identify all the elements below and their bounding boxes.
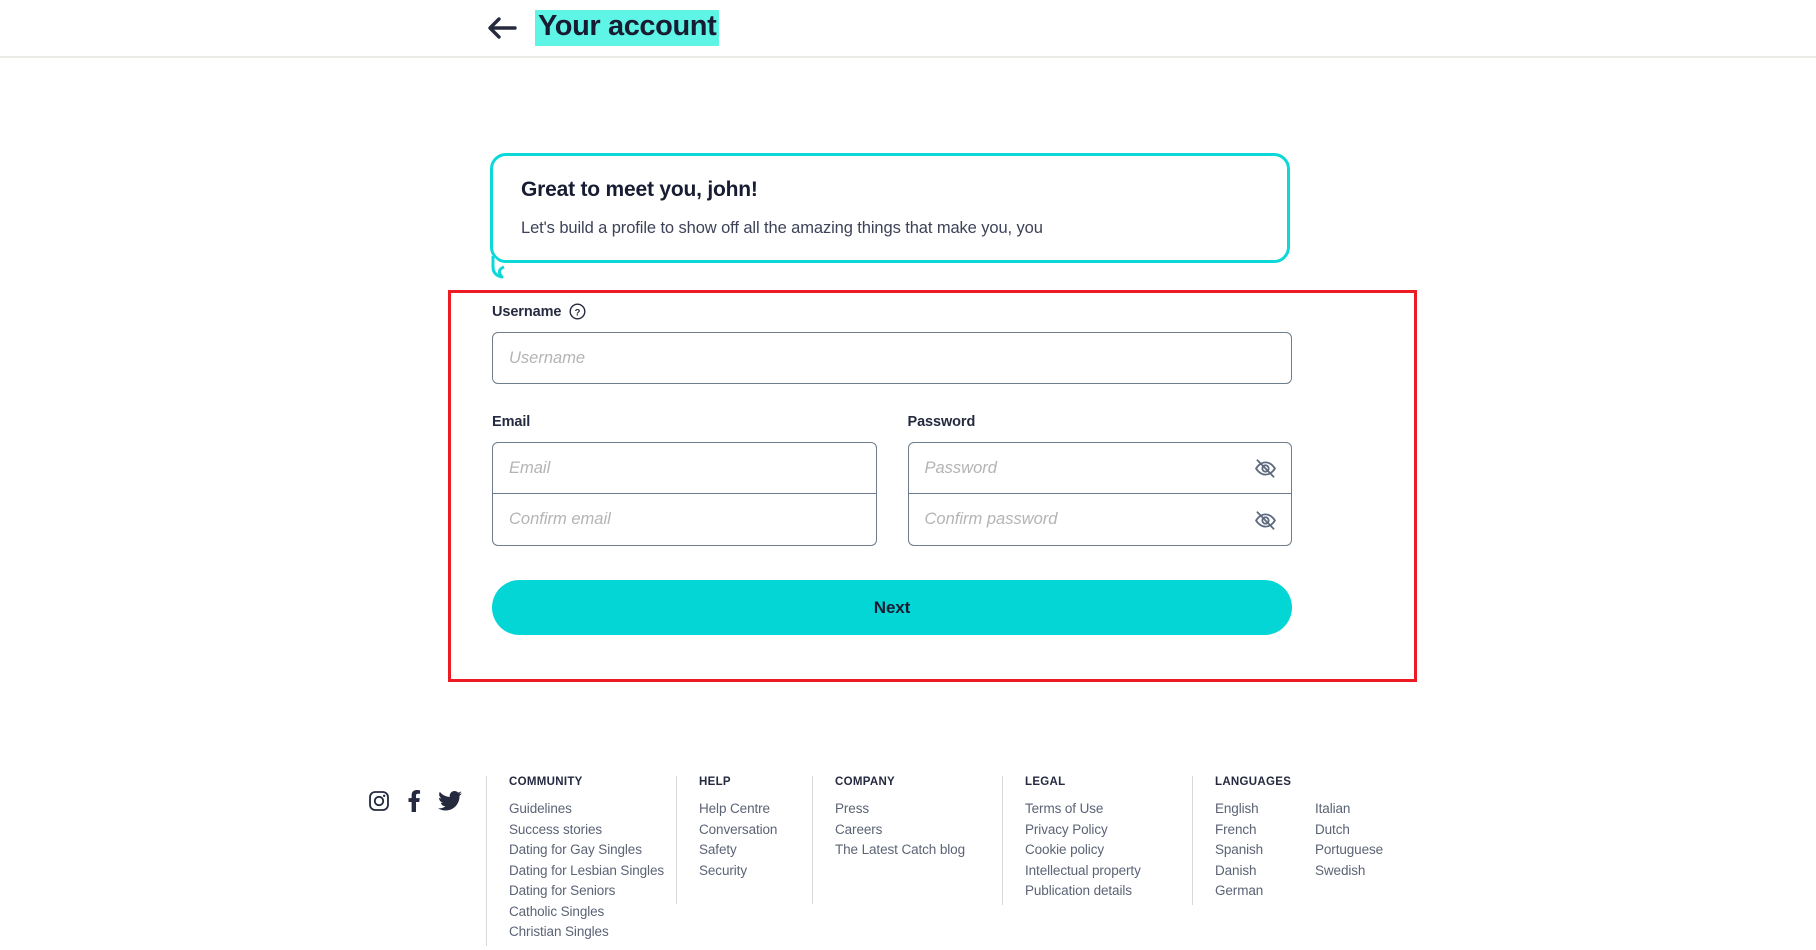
twitter-icon[interactable] (438, 790, 462, 817)
confirm-password-input[interactable] (908, 494, 1293, 546)
footer-link[interactable]: Safety (699, 843, 812, 857)
social-links (368, 776, 486, 817)
footer-link[interactable]: Conversation (699, 823, 812, 837)
username-input[interactable] (492, 332, 1292, 384)
question-mark-circle-icon[interactable]: ? (569, 303, 586, 320)
email-label: Email (492, 414, 530, 430)
username-label-row: Username ? (492, 303, 1292, 320)
footer-column-community: COMMUNITY Guidelines Success stories Dat… (486, 776, 676, 946)
footer-link[interactable]: Cookie policy (1025, 843, 1192, 857)
credentials-row: Email Password (492, 414, 1292, 546)
footer-heading: LEGAL (1025, 776, 1192, 788)
footer-link[interactable]: Dating for Lesbian Singles (509, 864, 676, 878)
password-field-wrap (908, 442, 1293, 494)
language-link[interactable]: German (1215, 884, 1315, 898)
facebook-icon[interactable] (407, 790, 421, 817)
footer-link[interactable]: Intellectual property (1025, 864, 1192, 878)
language-link[interactable]: Dutch (1315, 823, 1415, 837)
eye-slash-icon-confirm-password[interactable] (1252, 507, 1278, 533)
greeting-bubble: Great to meet you, john! Let's build a p… (490, 153, 1290, 263)
footer-link[interactable]: Catholic Singles (509, 905, 676, 919)
password-input[interactable] (908, 442, 1293, 494)
header-inner: Your account (485, 10, 719, 45)
language-link[interactable]: French (1215, 823, 1315, 837)
email-label-row: Email (492, 414, 877, 430)
footer-link[interactable]: Dating for Gay Singles (509, 843, 676, 857)
footer-link[interactable]: Publication details (1025, 884, 1192, 898)
footer-link[interactable]: Terms of Use (1025, 802, 1192, 816)
password-label-row: Password (908, 414, 1293, 430)
footer-column-legal: LEGAL Terms of Use Privacy Policy Cookie… (1002, 776, 1192, 905)
footer-link[interactable]: Help Centre (699, 802, 812, 816)
account-form: Username ? Email Password (492, 303, 1292, 635)
footer-heading: COMPANY (835, 776, 1002, 788)
svg-text:?: ? (575, 307, 581, 318)
site-footer: COMMUNITY Guidelines Success stories Dat… (0, 776, 1816, 946)
language-link[interactable]: English (1215, 802, 1315, 816)
page-header: Your account (0, 0, 1816, 58)
language-column-left: English French Spanish Danish German (1215, 802, 1315, 905)
language-link[interactable]: Italian (1315, 802, 1415, 816)
page-title: Your account (535, 10, 719, 45)
language-grid: English French Spanish Danish German Ita… (1215, 802, 1422, 905)
footer-heading: COMMUNITY (509, 776, 676, 788)
email-column: Email (492, 414, 877, 546)
footer-column-help: HELP Help Centre Conversation Safety Sec… (676, 776, 812, 904)
username-label: Username (492, 304, 561, 320)
email-input[interactable] (492, 442, 877, 494)
back-arrow-icon[interactable] (485, 13, 519, 43)
footer-heading: HELP (699, 776, 812, 788)
language-link[interactable]: Portuguese (1315, 843, 1415, 857)
main-content: Great to meet you, john! Let's build a p… (0, 58, 1816, 950)
footer-columns: COMMUNITY Guidelines Success stories Dat… (368, 776, 1816, 946)
password-label: Password (908, 414, 976, 430)
footer-link[interactable]: Careers (835, 823, 1002, 837)
footer-link[interactable]: Success stories (509, 823, 676, 837)
footer-link[interactable]: Christian Singles (509, 925, 676, 939)
footer-link[interactable]: Privacy Policy (1025, 823, 1192, 837)
footer-column-languages: LANGUAGES English French Spanish Danish … (1192, 776, 1422, 905)
footer-heading: LANGUAGES (1215, 776, 1422, 788)
greeting-title: Great to meet you, john! (521, 178, 1259, 202)
footer-link[interactable]: Dating for Seniors (509, 884, 676, 898)
instagram-icon[interactable] (368, 790, 390, 817)
confirm-email-input[interactable] (492, 494, 877, 546)
footer-link[interactable]: Press (835, 802, 1002, 816)
language-link[interactable]: Danish (1215, 864, 1315, 878)
language-link[interactable]: Swedish (1315, 864, 1415, 878)
password-column: Password (908, 414, 1293, 546)
footer-link[interactable]: Security (699, 864, 812, 878)
footer-column-company: COMPANY Press Careers The Latest Catch b… (812, 776, 1002, 904)
footer-link[interactable]: Guidelines (509, 802, 676, 816)
language-link[interactable]: Spanish (1215, 843, 1315, 857)
confirm-password-field-wrap (908, 494, 1293, 546)
bubble-tail-icon (490, 256, 524, 280)
greeting-subtitle: Let's build a profile to show off all th… (521, 219, 1259, 238)
language-column-right: Italian Dutch Portuguese Swedish (1315, 802, 1415, 905)
footer-link[interactable]: The Latest Catch blog (835, 843, 1002, 857)
next-button[interactable]: Next (492, 580, 1292, 635)
eye-slash-icon-password[interactable] (1252, 455, 1278, 481)
